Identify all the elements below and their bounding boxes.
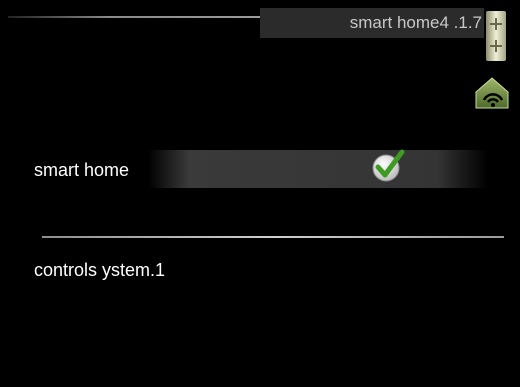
display-screen: smart home4 .1.7 smart home controls yst… xyxy=(8,8,512,379)
checkmark-icon[interactable] xyxy=(370,148,406,184)
menu-row-highlight xyxy=(148,150,488,188)
submenu-item-control-system[interactable]: controls ystem.1 xyxy=(34,258,165,282)
scroll-position-icon xyxy=(486,11,506,61)
scroll-notch-icon xyxy=(495,18,497,30)
scroll-notch-icon xyxy=(495,40,497,52)
house-wifi-icon xyxy=(474,74,510,110)
section-divider xyxy=(42,236,504,238)
menu-item-smart-home[interactable]: smart home xyxy=(34,158,129,182)
header-line xyxy=(8,16,260,18)
page-title: smart home4 .1.7 xyxy=(260,8,484,38)
